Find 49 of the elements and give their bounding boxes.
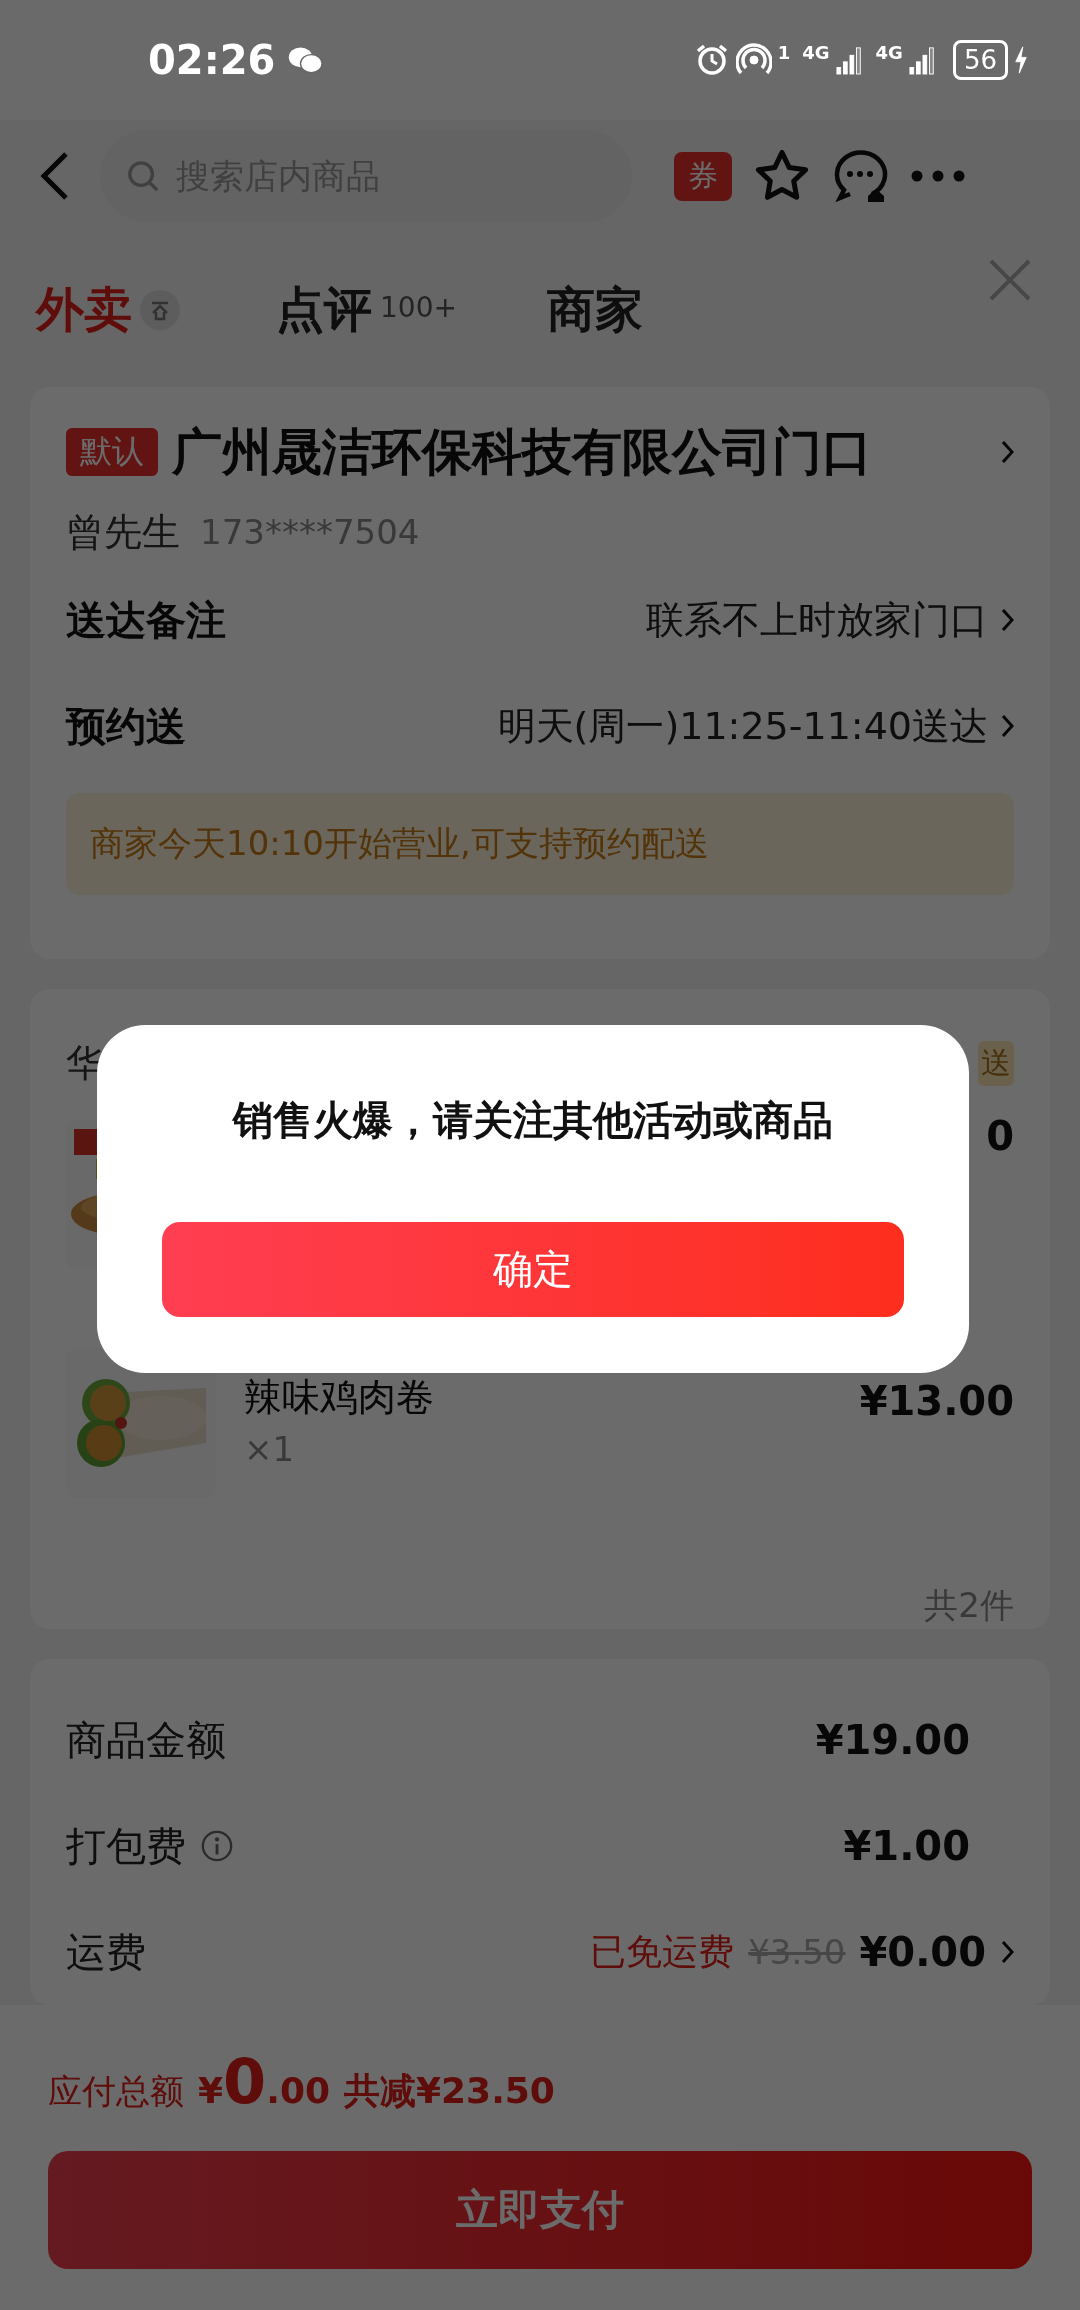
coupon-button[interactable]: 券	[674, 151, 732, 201]
dialog-message: 销售火爆，请关注其他活动或商品	[233, 1096, 833, 1145]
info-icon[interactable]	[200, 1829, 234, 1863]
chevron-icon[interactable]	[1000, 1939, 1014, 1965]
signal-icon	[908, 44, 937, 76]
signal-icon	[835, 44, 864, 76]
discount-total: 共减¥23.50	[344, 2069, 555, 2113]
address-text: 广州晟洁环保科技有限公司门口	[172, 421, 873, 483]
battery-level: 56	[952, 40, 1008, 80]
fee-value: ¥0.00	[859, 1929, 986, 1975]
total-label: 应付总额	[48, 2070, 184, 2113]
network-type: 4G	[875, 42, 903, 63]
chevron-icon[interactable]	[1000, 607, 1014, 634]
delivery-label: 送达备注	[66, 595, 226, 645]
tab[interactable]: 外卖	[36, 277, 132, 342]
delivery-value[interactable]: 联系不上时放家门口	[646, 594, 988, 646]
contact-name: 曾先生	[66, 508, 180, 556]
delivery-value[interactable]: 明天(周一)11:25-11:40送达	[497, 700, 988, 752]
tab[interactable]: 点评	[276, 277, 372, 342]
item-name: 辣味鸡肉卷	[244, 1373, 435, 1421]
notice-banner: 商家今天10:10开始营业,可支持预约配送	[66, 793, 1014, 896]
pay-button[interactable]: 立即支付	[48, 2151, 1032, 2269]
confirm-button[interactable]: 确定	[162, 1222, 904, 1317]
more-icon[interactable]	[910, 169, 966, 184]
chat-icon[interactable]	[832, 148, 888, 205]
back-icon[interactable]	[40, 151, 70, 202]
charging-icon	[1014, 45, 1028, 75]
chevron-icon[interactable]	[1000, 439, 1014, 466]
review-count: 100+	[380, 291, 457, 325]
item-price: 0	[986, 1112, 1014, 1161]
default-tag: 默认	[66, 428, 158, 477]
search-icon	[126, 159, 160, 194]
fee-label: 运费	[66, 1927, 146, 1977]
fee-value: ¥19.00	[815, 1717, 970, 1763]
tab[interactable]: 商家	[546, 277, 643, 342]
fee-label: 打包费	[66, 1821, 186, 1871]
fee-value: ¥1.00	[843, 1823, 970, 1869]
fee-label: 商品金额	[66, 1715, 226, 1765]
chat-bubbles-icon	[287, 45, 324, 75]
hotspot-count: 1	[777, 42, 791, 63]
item-price: ¥13.00	[859, 1377, 1014, 1426]
delivery-tag: 送	[978, 1041, 1014, 1087]
status-time: 02:26	[148, 37, 276, 83]
collapse-icon[interactable]	[140, 289, 180, 330]
network-type: 4G	[802, 42, 830, 63]
chevron-icon[interactable]	[1000, 713, 1014, 740]
free-shipping-note: 已免运费	[590, 1929, 735, 1974]
total-amount: ¥0.00	[198, 2045, 330, 2118]
delivery-label: 预约送	[66, 701, 186, 751]
